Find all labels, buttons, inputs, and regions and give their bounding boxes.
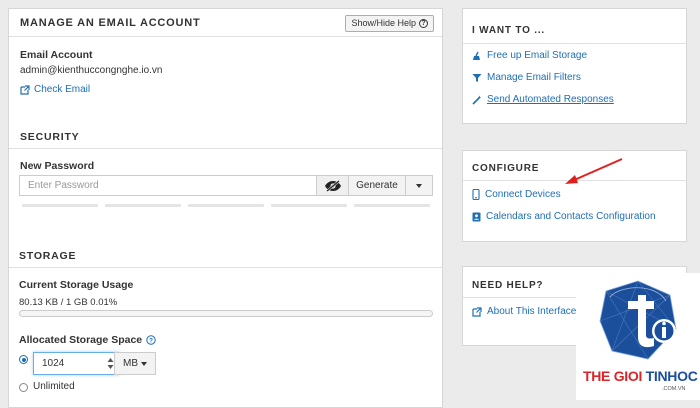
eye-slash-icon [324,180,342,192]
brand-logo-icon [598,279,688,363]
i-want-to-title: I WANT TO ... [472,25,545,36]
caret-down-icon [141,362,147,366]
password-strength-segment [22,204,98,207]
send-automated-responses-label: Send Automated Responses [487,94,614,105]
allocated-storage-value: 1024 [42,358,64,369]
check-email-link[interactable]: Check Email [20,84,90,95]
password-strength-segment [105,204,181,207]
calendars-contacts-label: Calendars and Contacts Configuration [486,211,656,222]
filter-icon [472,73,482,83]
connect-devices-label: Connect Devices [485,189,561,200]
brand-wordmark-part-2: TINHOC [646,368,698,384]
free-up-storage-label: Free up Email Storage [487,50,587,61]
divider [9,36,442,37]
about-interface-label: About This Interface [487,306,576,317]
external-link-icon [20,85,30,95]
security-title: SECURITY [20,131,80,143]
storage-unit-label: MB [123,353,138,374]
divider [9,267,443,268]
password-input-group: Generate [19,175,433,196]
check-email-label: Check Email [34,84,90,95]
allocated-storage-input[interactable]: 1024 [33,352,120,375]
about-interface-link[interactable]: About This Interface [472,306,576,317]
allocated-size-radio[interactable] [19,355,28,364]
current-storage-label: Current Storage Usage [19,279,133,291]
caret-down-icon [416,184,422,188]
password-strength-segment [271,204,347,207]
password-strength-segment [188,204,264,207]
i-want-to-panel: I WANT TO ... Free up Email Storage Mana… [462,8,687,124]
external-link-icon [472,307,482,317]
email-account-label: Email Account [20,49,93,61]
brand-wordmark-part-1: THE GIOI [583,368,642,384]
email-account-value: admin@kienthuccongnghe.io.vn [20,65,162,76]
svg-text:?: ? [149,337,153,344]
brand-wordmark: THE GIOI TINHOC [583,368,698,384]
toggle-password-visibility-button[interactable] [316,175,349,196]
storage-unit-dropdown[interactable]: MB [114,352,156,375]
current-storage-value: 80.13 KB / 1 GB 0.01% [19,297,117,308]
annotation-arrow-icon [560,156,626,188]
question-circle-icon[interactable]: ? [146,335,156,345]
divider [9,148,442,149]
calendars-contacts-link[interactable]: Calendars and Contacts Configuration [472,211,656,222]
generate-password-button[interactable]: Generate [349,175,406,196]
free-up-storage-link[interactable]: Free up Email Storage [472,50,587,61]
need-help-title: NEED HELP? [472,280,543,291]
password-strength-segment [354,204,430,207]
contact-book-icon [472,212,481,222]
mobile-icon [472,189,480,200]
unlimited-radio[interactable] [19,383,28,392]
manage-email-panel: MANAGE AN EMAIL ACCOUNT Show/Hide Help ?… [8,8,443,408]
generate-options-dropdown[interactable] [406,175,433,196]
question-icon: ? [419,19,428,28]
panel-title: MANAGE AN EMAIL ACCOUNT [20,17,201,29]
show-hide-help-button[interactable]: Show/Hide Help ? [345,15,434,32]
allocated-storage-label: Allocated Storage Space [19,334,142,346]
manage-email-filters-link[interactable]: Manage Email Filters [472,72,581,83]
magic-wand-icon [472,95,482,105]
storage-title: STORAGE [19,250,76,262]
password-input[interactable] [19,175,316,196]
spinner-arrows-icon[interactable] [107,357,114,370]
divider [463,43,686,44]
connect-devices-link[interactable]: Connect Devices [472,189,561,200]
unlimited-label: Unlimited [33,381,75,392]
new-password-label: New Password [20,160,94,172]
help-button-label: Show/Hide Help [351,16,416,31]
allocated-storage-label-row: Allocated Storage Space ? [19,334,156,346]
manage-email-filters-label: Manage Email Filters [487,72,581,83]
brand-domain-text: .COM.VN [662,386,686,392]
broom-icon [472,51,482,61]
send-automated-responses-link[interactable]: Send Automated Responses [472,94,614,105]
storage-usage-bar [19,310,433,317]
configure-title: CONFIGURE [472,163,539,174]
